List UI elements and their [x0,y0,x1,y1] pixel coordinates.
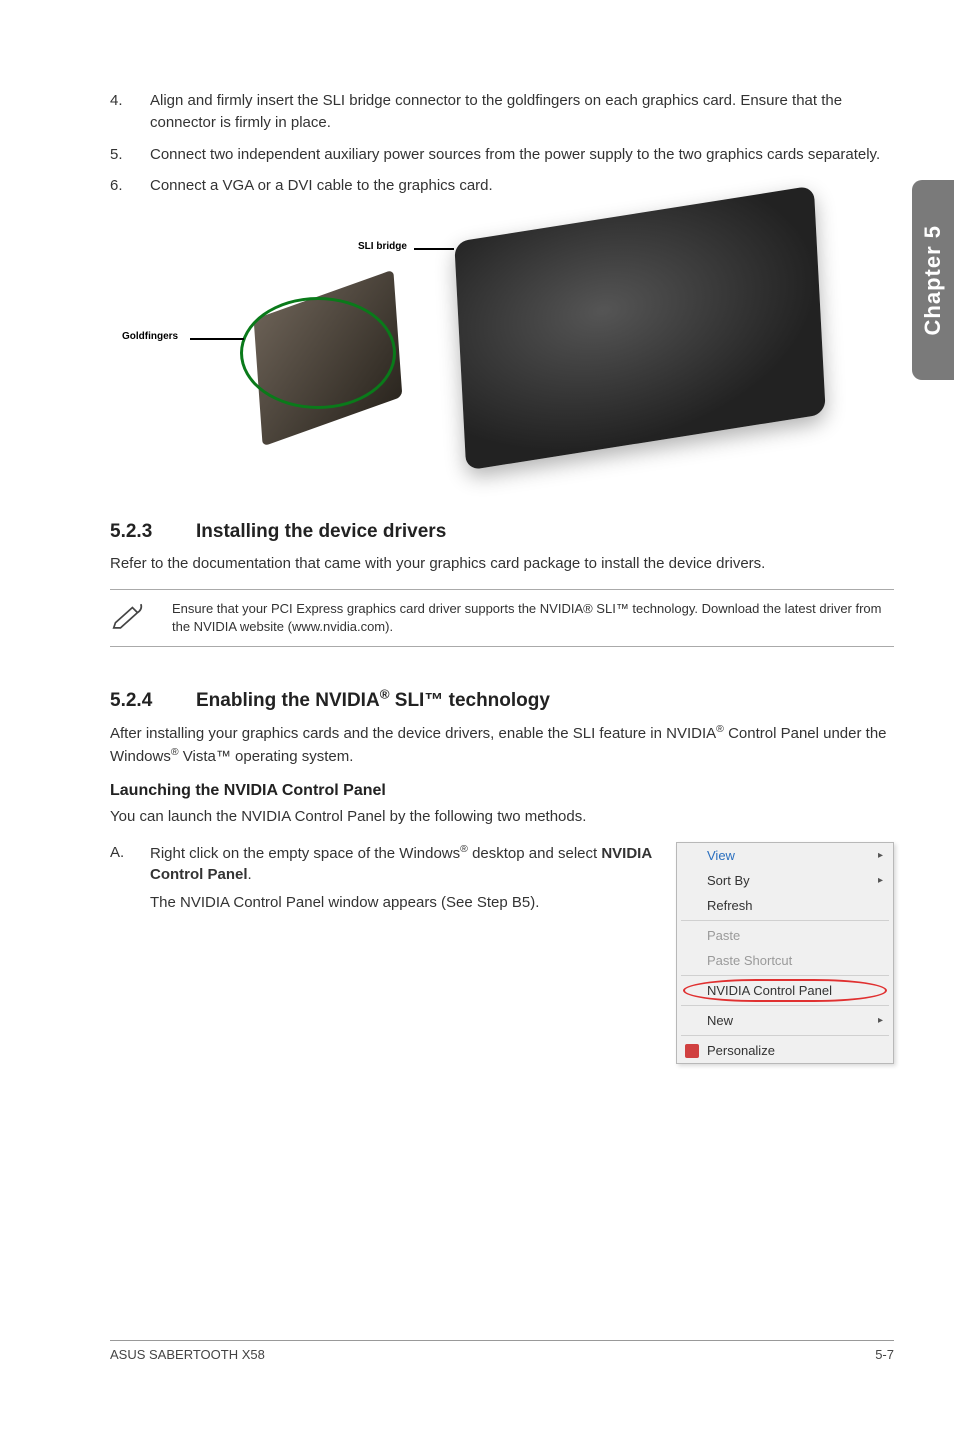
goldfingers-highlight-circle [240,297,396,409]
menu-separator [681,920,889,921]
goldfingers-label: Goldfingers [122,331,178,342]
launching-intro: You can launch the NVIDIA Control Panel … [110,806,894,828]
menu-item-paste: Paste [677,923,893,948]
step-text: Connect two independent auxiliary power … [150,144,880,166]
step-4: 4. Align and firmly insert the SLI bridg… [110,90,894,134]
step-a-text-block: A. Right click on the empty space of the… [110,842,658,914]
menu-item-personalize[interactable]: Personalize [677,1038,893,1063]
menu-item-refresh[interactable]: Refresh [677,893,893,918]
step-a-line1: Right click on the empty space of the Wi… [150,842,658,887]
step-text: Align and firmly insert the SLI bridge c… [150,90,894,134]
submenu-arrow-icon: ▸ [878,850,883,861]
page-content: 4. Align and firmly insert the SLI bridg… [0,0,954,1398]
menu-item-nvidia-control-panel[interactable]: NVIDIA Control Panel [677,978,893,1003]
section-title: Installing the device drivers [196,521,446,542]
note-pencil-icon [110,600,172,635]
menu-item-new[interactable]: New ▸ [677,1008,893,1033]
page-footer: ASUS SABERTOOTH X58 5-7 [110,1340,894,1362]
personalize-icon [685,1044,699,1058]
step-a-line2: The NVIDIA Control Panel window appears … [150,892,658,914]
submenu-arrow-icon: ▸ [878,1015,883,1026]
section-title: Enabling the NVIDIA® SLI™ technology [196,690,550,711]
step-number: 5. [110,144,150,166]
section-5-2-3-heading: 5.2.3Installing the device drivers [110,521,894,543]
sli-bridge-label: SLI bridge [358,241,407,252]
goldfingers-leader-line [190,338,244,340]
note-box: Ensure that your PCI Express graphics ca… [110,589,894,647]
menu-separator [681,975,889,976]
menu-item-view[interactable]: View ▸ [677,843,893,868]
section-5-2-4-body: After installing your graphics cards and… [110,722,894,768]
submenu-arrow-icon: ▸ [878,875,883,886]
section-number: 5.2.4 [110,690,196,712]
menu-separator [681,1035,889,1036]
desktop-context-menu: View ▸ Sort By ▸ Refresh Paste Paste Sho… [676,842,894,1064]
sli-bridge-figure: Goldfingers SLI bridge [110,207,894,487]
install-steps-list: 4. Align and firmly insert the SLI bridg… [110,90,894,197]
section-5-2-4-heading: 5.2.4Enabling the NVIDIA® SLI™ technolog… [110,687,894,712]
step-number: 4. [110,90,150,134]
note-text: Ensure that your PCI Express graphics ca… [172,600,894,636]
step-a-label: A. [110,842,150,914]
sli-bridge-leader-line [414,248,454,250]
menu-item-sort-by[interactable]: Sort By ▸ [677,868,893,893]
footer-product-name: ASUS SABERTOOTH X58 [110,1347,265,1362]
graphics-card-photo [454,185,826,470]
footer-page-number: 5-7 [875,1347,894,1362]
step-5: 5. Connect two independent auxiliary pow… [110,144,894,166]
step-number: 6. [110,175,150,197]
section-number: 5.2.3 [110,521,196,543]
step-a-row: A. Right click on the empty space of the… [110,842,894,1064]
menu-item-paste-shortcut: Paste Shortcut [677,948,893,973]
section-5-2-3-body: Refer to the documentation that came wit… [110,553,894,575]
launching-heading: Launching the NVIDIA Control Panel [110,782,894,800]
step-text: Connect a VGA or a DVI cable to the grap… [150,175,493,197]
menu-separator [681,1005,889,1006]
